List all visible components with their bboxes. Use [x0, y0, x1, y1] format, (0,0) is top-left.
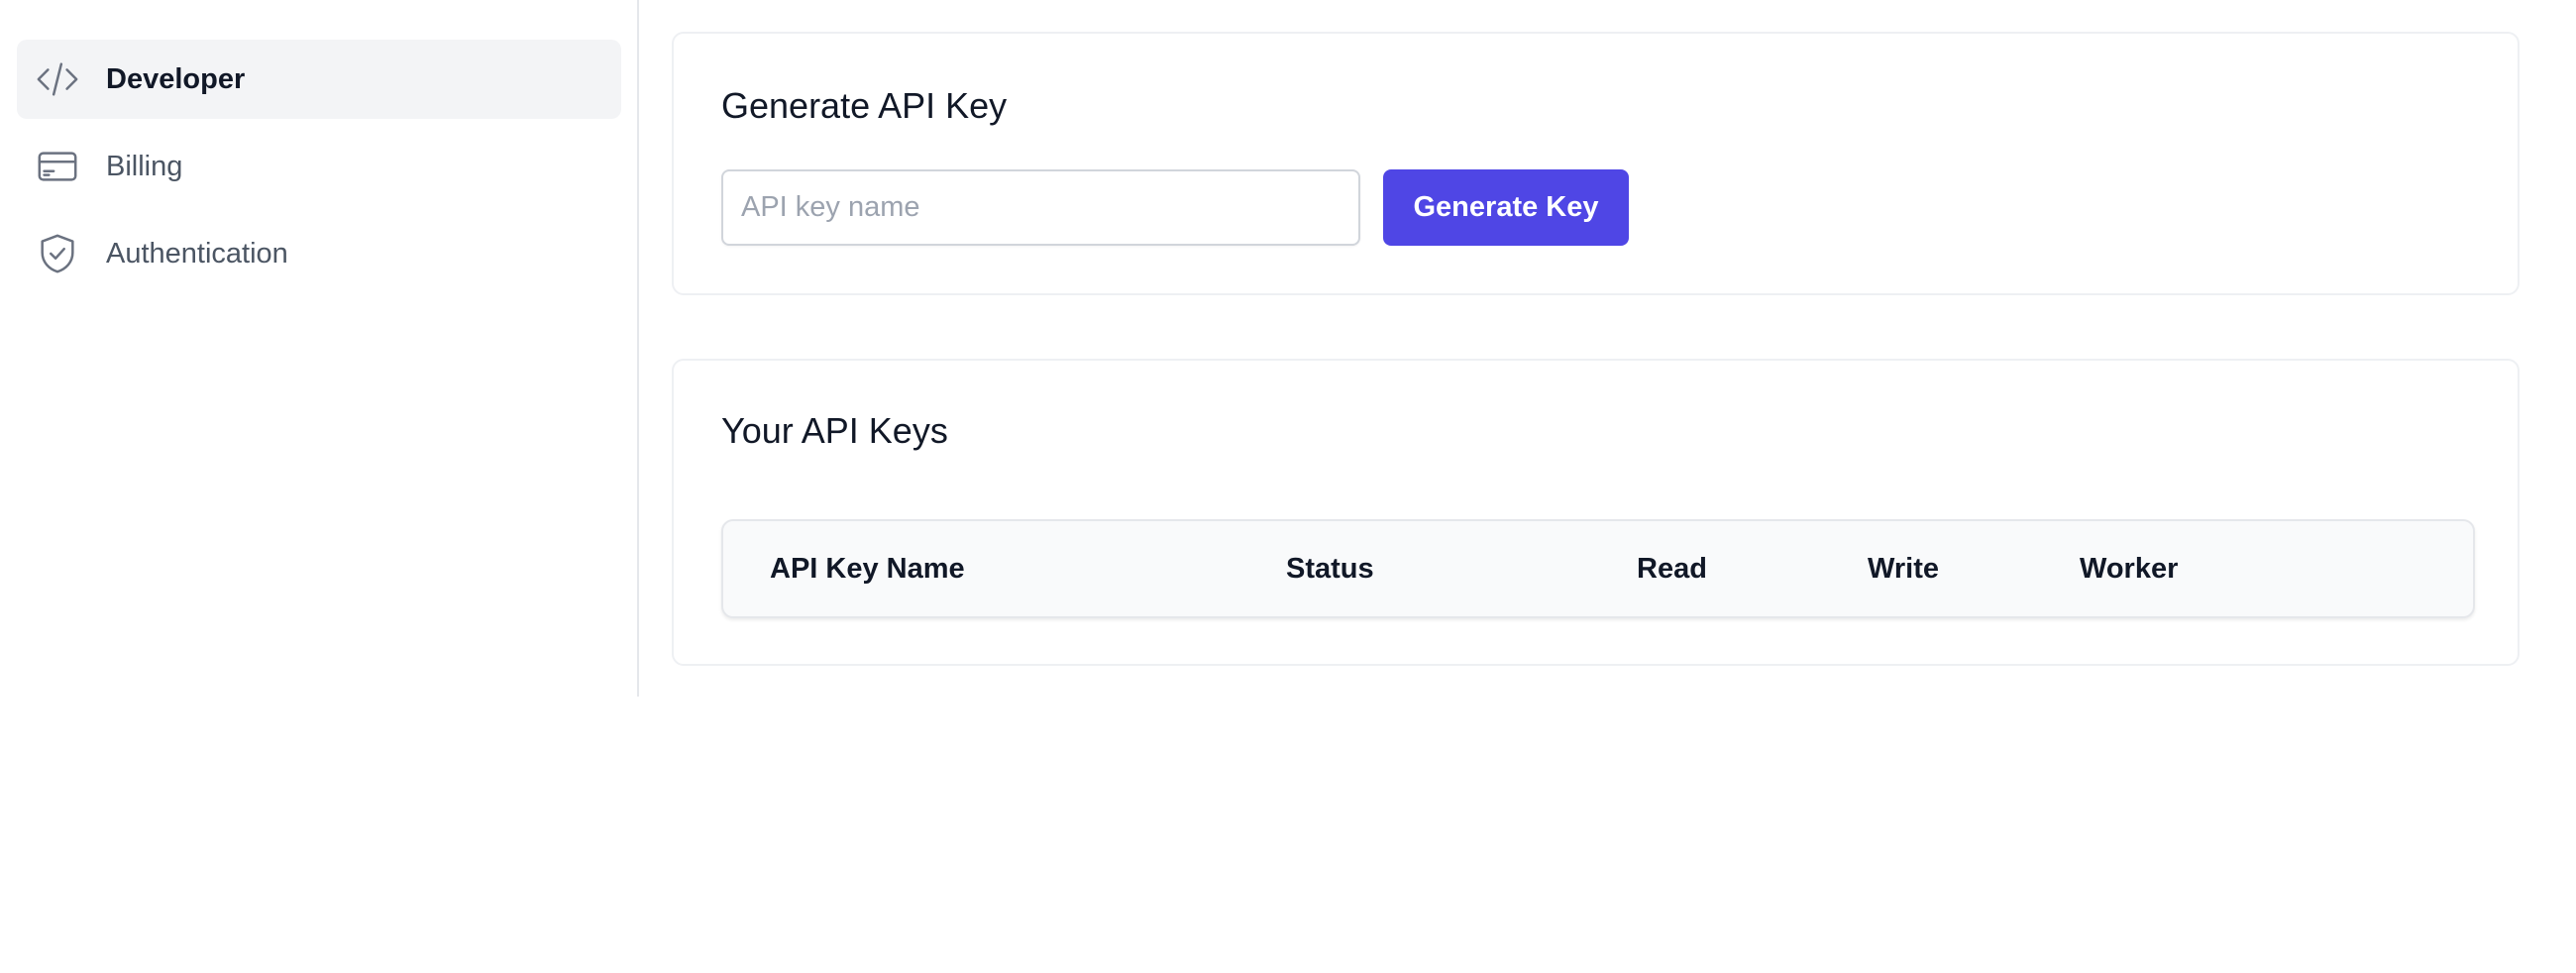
api-keys-table: API Key Name Status Read Write Worker	[721, 519, 2475, 618]
sidebar-item-label: Developer	[106, 62, 246, 95]
column-header-api-key-name: API Key Name	[770, 553, 965, 585]
api-keys-card: Your API Keys API Key Name Status Read W…	[672, 359, 2520, 666]
api-keys-title: Your API Keys	[721, 410, 948, 451]
column-header-status: Status	[1286, 553, 1374, 585]
table-header-row: API Key Name Status Read Write Worker	[723, 521, 2473, 616]
api-key-name-input[interactable]	[721, 169, 1360, 246]
column-header-read: Read	[1637, 553, 1707, 585]
column-header-write: Write	[1868, 553, 1939, 585]
sidebar-item-label: Billing	[106, 150, 183, 182]
credit-card-icon	[34, 143, 81, 190]
sidebar-item-authentication[interactable]: Authentication	[17, 214, 621, 293]
column-header-worker: Worker	[2080, 553, 2179, 585]
sidebar-item-developer[interactable]: Developer	[17, 40, 621, 119]
code-icon	[34, 55, 81, 103]
generate-api-key-card: Generate API Key Generate Key	[672, 32, 2520, 295]
sidebar-item-label: Authentication	[106, 237, 288, 270]
sidebar: Developer Billing Authentication	[0, 0, 639, 697]
generate-key-button[interactable]: Generate Key	[1383, 169, 1629, 246]
sidebar-item-billing[interactable]: Billing	[17, 127, 621, 206]
app-layout: Developer Billing Authentication Generat…	[0, 0, 2576, 973]
shield-check-icon	[34, 230, 81, 277]
generate-card-title: Generate API Key	[721, 85, 1008, 126]
